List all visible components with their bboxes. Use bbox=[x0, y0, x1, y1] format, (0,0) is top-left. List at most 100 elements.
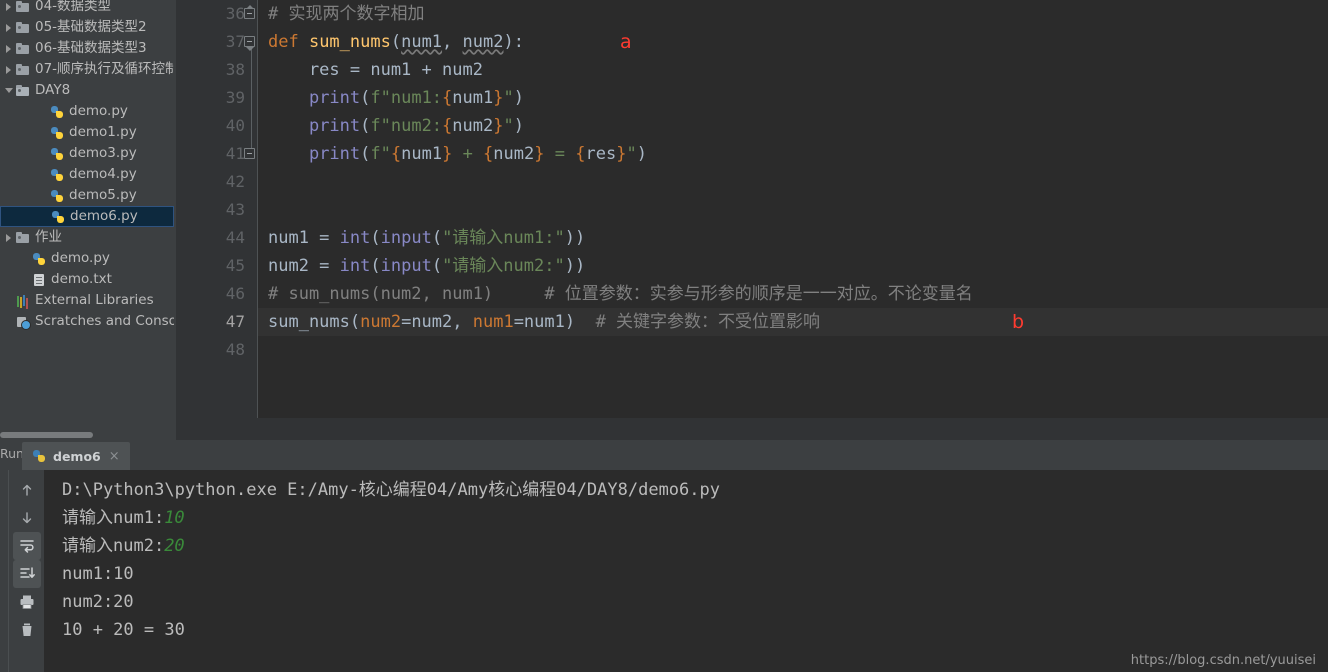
tree-item-05-基础数据类型2[interactable]: 05-基础数据类型2 bbox=[0, 17, 174, 38]
code-token: = bbox=[544, 144, 576, 164]
code-line[interactable]: # 实现两个数字相加 bbox=[268, 0, 424, 28]
run-tab-demo6[interactable]: demo6 × bbox=[22, 442, 130, 470]
project-tree-horizontal-scrollbar[interactable] bbox=[0, 432, 93, 438]
chevron-right-icon[interactable] bbox=[2, 233, 15, 242]
tree-item-demo4py[interactable]: demo4.py bbox=[0, 164, 174, 185]
fold-marker-icon[interactable] bbox=[244, 36, 257, 51]
code-token: # 实现两个数字相加 bbox=[268, 4, 425, 24]
code-line[interactable]: def sum_nums(num1, num2): bbox=[268, 28, 524, 56]
code-token: print bbox=[308, 88, 361, 108]
print-icon[interactable] bbox=[13, 588, 41, 616]
code-token: " bbox=[626, 144, 637, 164]
code-line[interactable]: num1 = int(input("请输入num1:")) bbox=[268, 224, 585, 252]
chevron-down-glyph bbox=[4, 88, 13, 93]
trash-icon[interactable] bbox=[13, 616, 41, 644]
run-tool-window: Run: demo6 × D:\Python3\python.exe E:/Am… bbox=[0, 440, 1328, 672]
code-token: { bbox=[390, 144, 402, 164]
console-toolbar[interactable] bbox=[8, 470, 44, 672]
line-number: 38 bbox=[225, 60, 245, 79]
code-token: num1 bbox=[452, 88, 494, 108]
code-token: f" bbox=[370, 144, 391, 164]
tree-item-作业[interactable]: 作业 bbox=[0, 227, 174, 248]
fold-minus bbox=[247, 153, 252, 154]
code-token: num2 = bbox=[268, 256, 340, 276]
code-token: } bbox=[616, 144, 627, 164]
rerun-up-icon[interactable] bbox=[13, 476, 41, 504]
tree-item-label: demo1.py bbox=[69, 124, 137, 140]
chevron-right-icon[interactable] bbox=[2, 2, 15, 11]
tree-item-label: 04-数据类型 bbox=[35, 0, 112, 14]
code-token: # 关键字参数：不受位置影响 bbox=[575, 312, 821, 332]
code-token: num2 bbox=[360, 312, 402, 332]
folder-icon bbox=[15, 20, 31, 36]
tree-item-label: demo.py bbox=[69, 103, 128, 119]
code-token: } bbox=[442, 144, 453, 164]
code-line[interactable]: print(f"num1:{num1}") bbox=[268, 84, 524, 112]
tree-item-demo1py[interactable]: demo1.py bbox=[0, 122, 174, 143]
code-token: " bbox=[503, 116, 514, 136]
line-number: 41 bbox=[225, 144, 245, 163]
editor-bottom-strip bbox=[258, 418, 1328, 440]
tree-item-externallibraries[interactable]: External Libraries bbox=[0, 290, 174, 311]
tree-item-label: demo3.py bbox=[69, 145, 137, 161]
console-output-line: 请输入num1:10 bbox=[44, 504, 1328, 532]
python-file-icon bbox=[32, 449, 47, 464]
tree-item-demo3py[interactable]: demo3.py bbox=[0, 143, 174, 164]
fold-end-marker-icon[interactable] bbox=[244, 148, 257, 161]
tree-item-demo6py[interactable]: demo6.py bbox=[0, 206, 174, 227]
folder-dot bbox=[18, 25, 21, 29]
soft-wrap-icon[interactable] bbox=[13, 532, 41, 560]
scroll-to-end-icon[interactable] bbox=[13, 560, 41, 588]
code-token: } bbox=[493, 116, 504, 136]
folder-dot bbox=[18, 46, 21, 50]
tree-item-label: demo.py bbox=[51, 250, 110, 266]
tree-item-demopy[interactable]: demo.py bbox=[0, 248, 174, 269]
code-token: num1 bbox=[472, 312, 514, 332]
project-tree-panel[interactable]: 04-数据类型 05-基础数据类型2 06-基础数据类型3 07-顺序执行及循环控制 D… bbox=[0, 0, 174, 440]
rerun-down-icon[interactable] bbox=[13, 504, 41, 532]
code-token: { bbox=[483, 144, 494, 164]
tree-item-day8[interactable]: DAY8 bbox=[0, 80, 174, 101]
console-output[interactable]: D:\Python3\python.exe E:/Amy-核心编程04/Amy核… bbox=[44, 470, 1328, 672]
tree-item-07-顺序执行及循环控制[interactable]: 07-顺序执行及循环控制 bbox=[0, 59, 174, 80]
code-line[interactable]: sum_nums(num2=num2, num1=num1) # 关键字参数：不… bbox=[268, 308, 820, 336]
chevron-down-icon[interactable] bbox=[2, 88, 15, 93]
code-token: num1 bbox=[401, 32, 443, 52]
code-line[interactable]: print(f"num2:{num2}") bbox=[268, 112, 524, 140]
chevron-right-icon[interactable] bbox=[2, 65, 15, 74]
chevron-right-icon[interactable] bbox=[2, 23, 15, 32]
console-output-line: 10 + 20 = 30 bbox=[44, 616, 1328, 644]
line-number: 36 bbox=[225, 4, 245, 23]
code-token: ) bbox=[636, 144, 647, 164]
chevron-right-icon[interactable] bbox=[2, 44, 15, 53]
python-file-icon bbox=[49, 167, 65, 183]
code-token: f"num2: bbox=[370, 116, 443, 136]
tree-item-label: demo4.py bbox=[69, 166, 137, 182]
code-line[interactable]: num2 = int(input("请输入num2:")) bbox=[268, 252, 585, 280]
code-line[interactable]: # sum_nums(num2, num1) # 位置参数：实参与形参的顺序是一… bbox=[268, 280, 973, 308]
tree-item-demotxt[interactable]: demo.txt bbox=[0, 269, 174, 290]
console-output-text: num1:10 bbox=[62, 564, 134, 584]
tree-item-06-基础数据类型3[interactable]: 06-基础数据类型3 bbox=[0, 38, 174, 59]
code-token: def bbox=[268, 32, 309, 52]
tree-item-scratchesandconsoles[interactable]: Scratches and Consoles bbox=[0, 311, 174, 332]
tree-item-04-数据类型[interactable]: 04-数据类型 bbox=[0, 0, 174, 17]
code-line[interactable]: print(f"{num1} + {num2} = {res}") bbox=[268, 140, 647, 168]
tree-item-label: DAY8 bbox=[35, 82, 71, 98]
project-tree-list[interactable]: 04-数据类型 05-基础数据类型2 06-基础数据类型3 07-顺序执行及循环控制 D… bbox=[0, 0, 174, 332]
code-line[interactable]: res = num1 + num2 bbox=[268, 56, 483, 84]
code-token: { bbox=[442, 88, 453, 108]
editor-gutter[interactable]: 36 37 38 39 40 41 42 43 44 45 46 47 48 bbox=[176, 0, 258, 440]
python-file-icon bbox=[49, 146, 65, 162]
line-number: 42 bbox=[225, 172, 245, 191]
code-token: f"num1: bbox=[370, 88, 443, 108]
code-token: )) bbox=[564, 228, 586, 248]
fold-marker-icon[interactable] bbox=[244, 5, 257, 21]
python-file-icon bbox=[49, 188, 65, 204]
close-icon[interactable]: × bbox=[109, 449, 120, 464]
console-output-text: 请输入num1: bbox=[62, 508, 165, 528]
tree-item-demo5py[interactable]: demo5.py bbox=[0, 185, 174, 206]
code-token: input bbox=[380, 256, 432, 276]
tree-item-demopy[interactable]: demo.py bbox=[0, 101, 174, 122]
code-editor[interactable]: 36 37 38 39 40 41 42 43 44 45 46 47 48 # 实现两个数字相加 def… bbox=[176, 0, 1328, 440]
